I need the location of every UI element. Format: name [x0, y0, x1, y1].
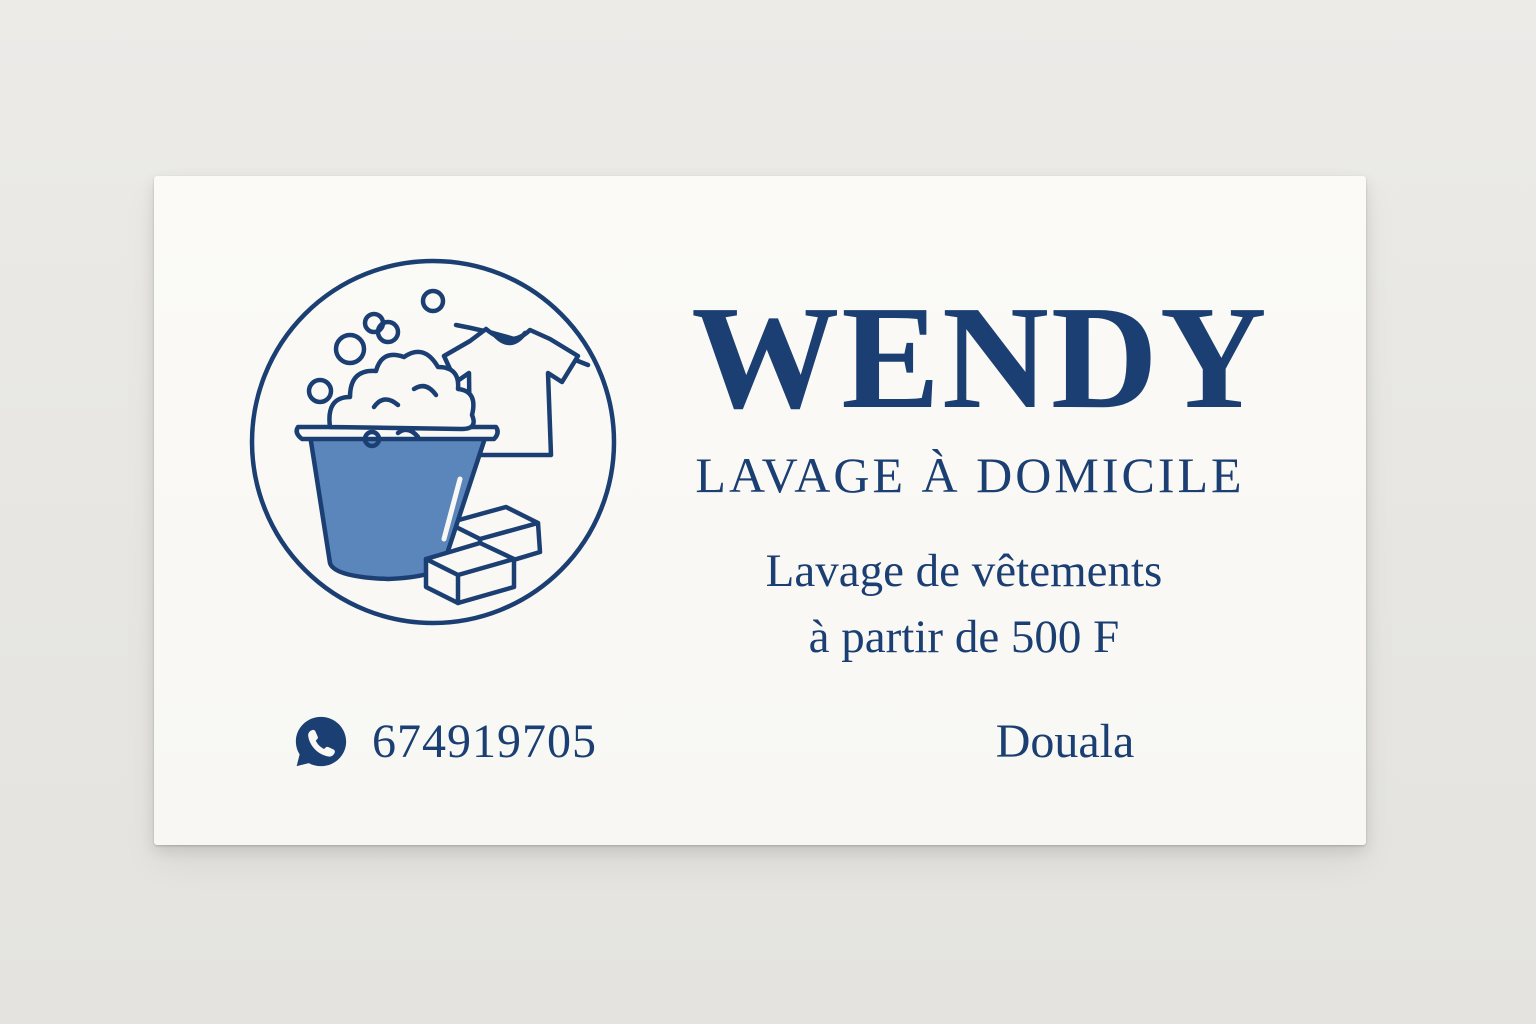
- bubble: [306, 377, 334, 405]
- service-title: LAVAGE À DOMICILE: [695, 447, 1245, 503]
- service-description: Lavage de vêtements à partir de 500 F: [662, 538, 1266, 670]
- phone-number: 674919705: [372, 715, 597, 768]
- brand-name: WENDY: [691, 276, 1269, 440]
- laundry-logo: [248, 257, 618, 627]
- city-name: Douala: [995, 715, 1135, 768]
- whatsapp-icon: [295, 716, 347, 767]
- description-line-2: à partir de 500 F: [808, 611, 1120, 663]
- contact-phone: 674919705: [292, 712, 597, 772]
- description-line-1: Lavage de vêtements: [765, 545, 1163, 597]
- bubble: [420, 288, 446, 314]
- bubble: [333, 332, 367, 366]
- laundry-logo-graphic: [249, 258, 617, 626]
- bubble: [375, 319, 401, 345]
